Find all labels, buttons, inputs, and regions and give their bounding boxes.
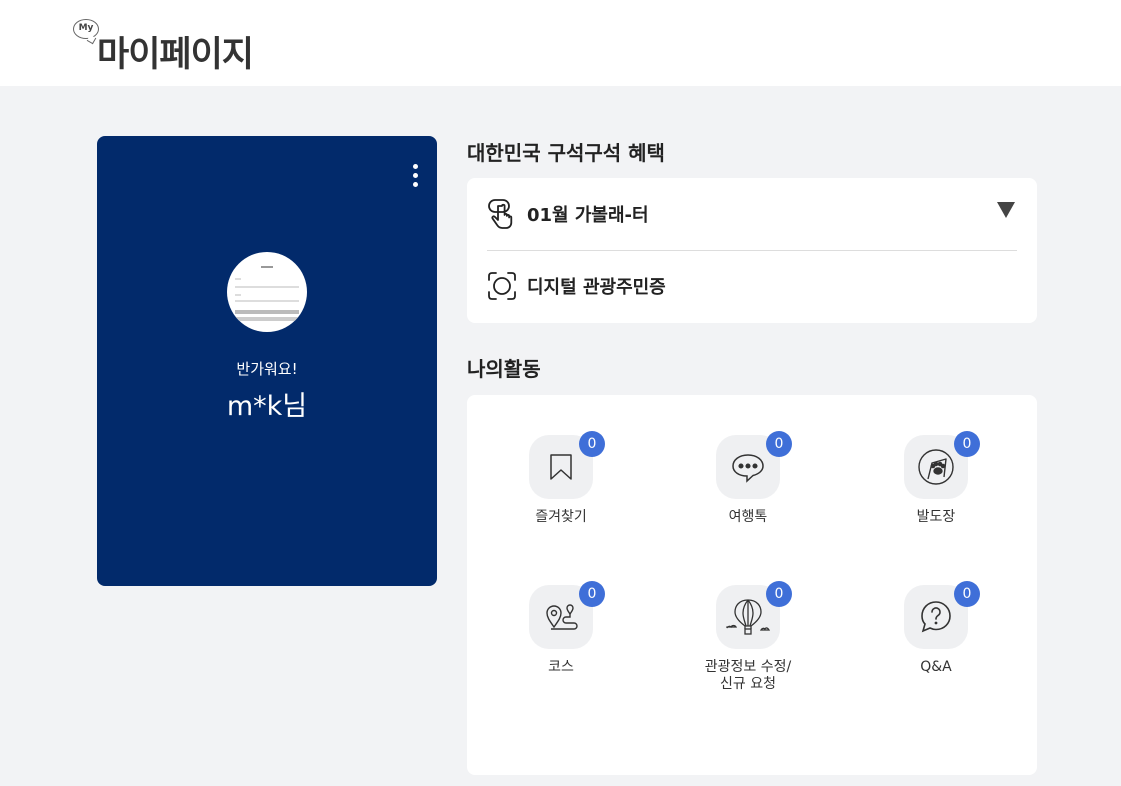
count-badge: 0 xyxy=(766,431,792,457)
dropdown-triangle-icon[interactable] xyxy=(997,202,1015,218)
divider xyxy=(487,250,1017,251)
activity-course[interactable]: 0 코스 xyxy=(501,581,621,676)
count-badge: 0 xyxy=(954,431,980,457)
hot-air-balloon-icon xyxy=(726,599,771,635)
activity-panel: 0 즐겨찾기 0 여행톡 0 발도장 0 코스 0 관광정보 수정/ 신규 요청 xyxy=(467,395,1037,775)
face-scan-icon xyxy=(488,272,516,300)
activity-label: 여행톡 xyxy=(728,509,768,525)
greeting-text: 반가워요! xyxy=(236,360,298,378)
benefit-label: 디지털 관광주민증 xyxy=(527,277,666,298)
activity-bookmarks[interactable]: 0 즐겨찾기 xyxy=(501,431,621,526)
activity-footprints[interactable]: 0 발도장 xyxy=(876,431,996,526)
tap-hand-icon xyxy=(488,199,513,229)
page-title: 마이페이지 xyxy=(97,35,254,75)
page-header: My 마이페이지 xyxy=(0,0,1121,86)
benefits-panel: 01월 가볼래-터 디지털 관광주민증 xyxy=(467,178,1037,323)
route-pin-icon xyxy=(546,604,578,630)
count-badge: 0 xyxy=(766,581,792,607)
count-badge: 0 xyxy=(579,581,605,607)
activity-qna[interactable]: 0 Q&A xyxy=(876,581,996,676)
benefits-section-title: 대한민국 구석구석 혜택 xyxy=(467,141,665,165)
profile-card: 반가워요! m*k님 xyxy=(97,136,437,586)
benefit-monthly-travel[interactable]: 01월 가볼래-터 xyxy=(487,194,649,234)
more-options-icon[interactable] xyxy=(409,164,421,194)
activity-label: 즐겨찾기 xyxy=(535,509,587,525)
my-badge-icon: My xyxy=(73,19,99,39)
benefit-digital-resident-card[interactable]: 디지털 관광주민증 xyxy=(487,266,666,306)
activity-label: 관광정보 수정/ 신규 요청 xyxy=(704,659,792,692)
activity-section-title: 나의활동 xyxy=(467,357,541,381)
question-bubble-icon xyxy=(921,601,951,633)
activity-tour-info-request[interactable]: 0 관광정보 수정/ 신규 요청 xyxy=(688,581,808,693)
paw-stamp-icon xyxy=(918,449,954,485)
bookmark-icon xyxy=(550,454,572,480)
activity-label: 발도장 xyxy=(916,509,956,525)
activity-label: Q&A xyxy=(920,659,952,675)
activity-travel-talk[interactable]: 0 여행톡 xyxy=(688,431,808,526)
avatar xyxy=(227,252,307,332)
count-badge: 0 xyxy=(579,431,605,457)
activity-label: 코스 xyxy=(548,659,574,675)
user-name: m*k님 xyxy=(226,391,308,422)
chat-bubble-icon xyxy=(732,454,764,483)
count-badge: 0 xyxy=(954,581,980,607)
benefit-label: 01월 가볼래-터 xyxy=(527,205,649,226)
